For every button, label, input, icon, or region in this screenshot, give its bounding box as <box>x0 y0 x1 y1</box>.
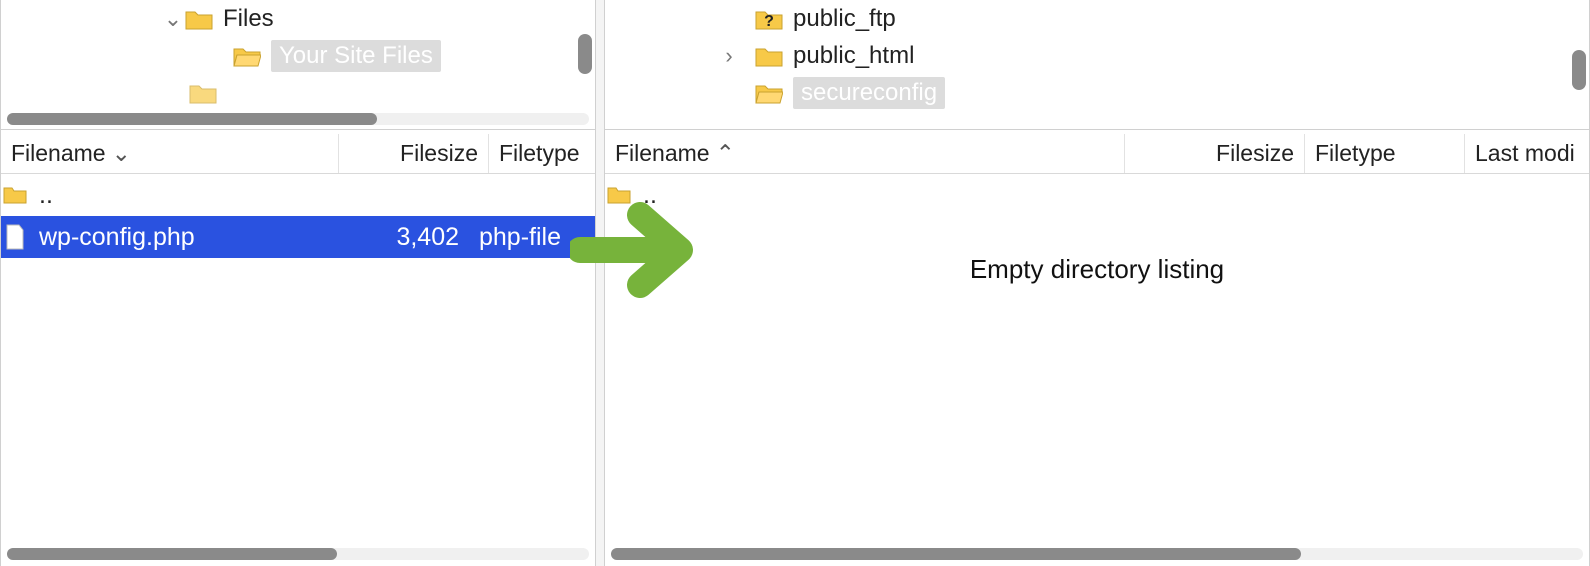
scrollbar-thumb[interactable] <box>7 113 377 125</box>
col-filetype[interactable]: Filetype <box>489 134 595 173</box>
header-label: Filesize <box>400 140 478 167</box>
chevron-up-icon: ⌃ <box>716 140 735 167</box>
folder-icon <box>1 185 29 205</box>
col-lastmod[interactable]: Last modi <box>1465 134 1589 173</box>
col-filesize[interactable]: Filesize <box>339 134 489 173</box>
chevron-down-icon: ⌄ <box>112 140 131 167</box>
file-row-wpconfig[interactable]: wp-config.php 3,402 php-file <box>1 216 595 258</box>
file-icon <box>1 224 29 250</box>
svg-text:?: ? <box>764 13 774 30</box>
local-pane: ⌄ Files Your Site Files <box>0 0 596 566</box>
tree-row-files[interactable]: ⌄ Files <box>1 0 595 37</box>
header-label: Last modi <box>1475 140 1575 167</box>
tree-label: public_ftp <box>793 5 896 33</box>
remote-tree[interactable]: ? public_ftp › public_html secureconfig <box>605 0 1589 130</box>
chevron-right-icon[interactable]: › <box>717 43 741 69</box>
file-row-parent[interactable]: .. <box>605 174 1589 216</box>
remote-pane: ? public_ftp › public_html secureconfig <box>604 0 1590 566</box>
tree-vscroll[interactable] <box>578 24 592 94</box>
tree-row-secureconfig[interactable]: secureconfig <box>605 74 1589 111</box>
header-label: Filetype <box>499 140 580 167</box>
tree-hscroll[interactable] <box>7 113 589 125</box>
folder-icon <box>755 45 783 67</box>
header-label: Filesize <box>1216 140 1294 167</box>
remote-list-header: Filename ⌃ Filesize Filetype Last modi <box>605 134 1589 174</box>
folder-icon <box>605 185 633 205</box>
col-filetype[interactable]: Filetype <box>1305 134 1465 173</box>
tree-row-publicftp[interactable]: ? public_ftp <box>605 0 1589 37</box>
tree-label-selected: secureconfig <box>793 77 945 109</box>
file-row-parent[interactable]: .. <box>1 174 595 216</box>
tree-row-your-site-files[interactable]: Your Site Files <box>1 37 595 74</box>
tree-label-selected: Your Site Files <box>271 40 441 72</box>
header-label: Filename <box>11 140 106 167</box>
pane-divider[interactable] <box>596 0 604 566</box>
tree-vscroll[interactable] <box>1572 24 1586 114</box>
local-file-list[interactable]: .. wp-config.php 3,402 php-file <box>1 174 595 566</box>
file-name: wp-config.php <box>29 223 339 252</box>
folder-icon <box>189 82 217 104</box>
scrollbar-thumb[interactable] <box>1572 50 1586 90</box>
header-label: Filename <box>615 140 710 167</box>
header-label: Filetype <box>1315 140 1396 167</box>
scrollbar-thumb[interactable] <box>611 548 1301 560</box>
file-name: .. <box>29 181 339 210</box>
tree-label: Files <box>223 5 274 33</box>
file-type: php-file <box>469 223 595 252</box>
list-hscroll[interactable] <box>611 548 1583 560</box>
col-filename[interactable]: Filename ⌄ <box>1 134 339 173</box>
local-tree[interactable]: ⌄ Files Your Site Files <box>1 0 595 130</box>
tree-label: public_html <box>793 42 914 70</box>
col-filename[interactable]: Filename ⌃ <box>605 134 1125 173</box>
tree-row-extra[interactable] <box>1 74 595 111</box>
folder-open-icon <box>233 45 261 67</box>
scrollbar-thumb[interactable] <box>7 548 337 560</box>
local-list-header: Filename ⌄ Filesize Filetype <box>1 134 595 174</box>
col-filesize[interactable]: Filesize <box>1125 134 1305 173</box>
list-hscroll[interactable] <box>7 548 589 560</box>
folder-open-icon <box>755 82 783 104</box>
file-size: 3,402 <box>339 223 469 252</box>
folder-question-icon: ? <box>755 8 783 30</box>
remote-file-list[interactable]: .. Empty directory listing <box>605 174 1589 566</box>
scrollbar-thumb[interactable] <box>578 34 592 74</box>
chevron-down-icon[interactable]: ⌄ <box>161 6 185 32</box>
folder-icon <box>185 8 213 30</box>
file-name: .. <box>633 181 1123 210</box>
tree-row-publichtml[interactable]: › public_html <box>605 37 1589 74</box>
empty-directory-message: Empty directory listing <box>605 254 1589 285</box>
